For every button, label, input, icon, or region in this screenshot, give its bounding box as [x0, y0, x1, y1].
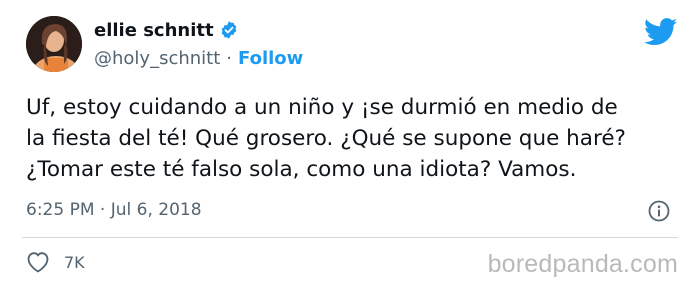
name-row: ellie schnitt [94, 17, 303, 43]
tweet-header: ellie schnitt @holy_schnitt · Follow [26, 14, 303, 74]
watermark: boredpanda.com [487, 250, 678, 278]
twitter-bird-icon[interactable] [643, 18, 678, 46]
follow-button[interactable]: Follow [238, 48, 303, 69]
divider [22, 237, 678, 238]
handle-row: @holy_schnitt · Follow [94, 45, 303, 71]
tweet-card: ellie schnitt @holy_schnitt · Follow Uf,… [0, 0, 700, 288]
separator-dot: · [226, 47, 233, 69]
tweet-timestamp[interactable]: 6:25 PM · Jul 6, 2018 [26, 200, 202, 220]
info-icon[interactable] [648, 200, 670, 222]
tweet-text: Uf, estoy cuidando a un niño y ¡se durmi… [26, 95, 626, 182]
avatar[interactable] [26, 16, 82, 72]
author-display-name[interactable]: ellie schnitt [94, 20, 214, 41]
like-button[interactable]: 7K [26, 251, 85, 273]
like-count: 7K [64, 252, 85, 272]
author-names: ellie schnitt @holy_schnitt · Follow [94, 17, 303, 71]
verified-badge-icon [219, 20, 239, 40]
author-handle[interactable]: @holy_schnitt [94, 48, 220, 69]
heart-icon [26, 251, 50, 273]
